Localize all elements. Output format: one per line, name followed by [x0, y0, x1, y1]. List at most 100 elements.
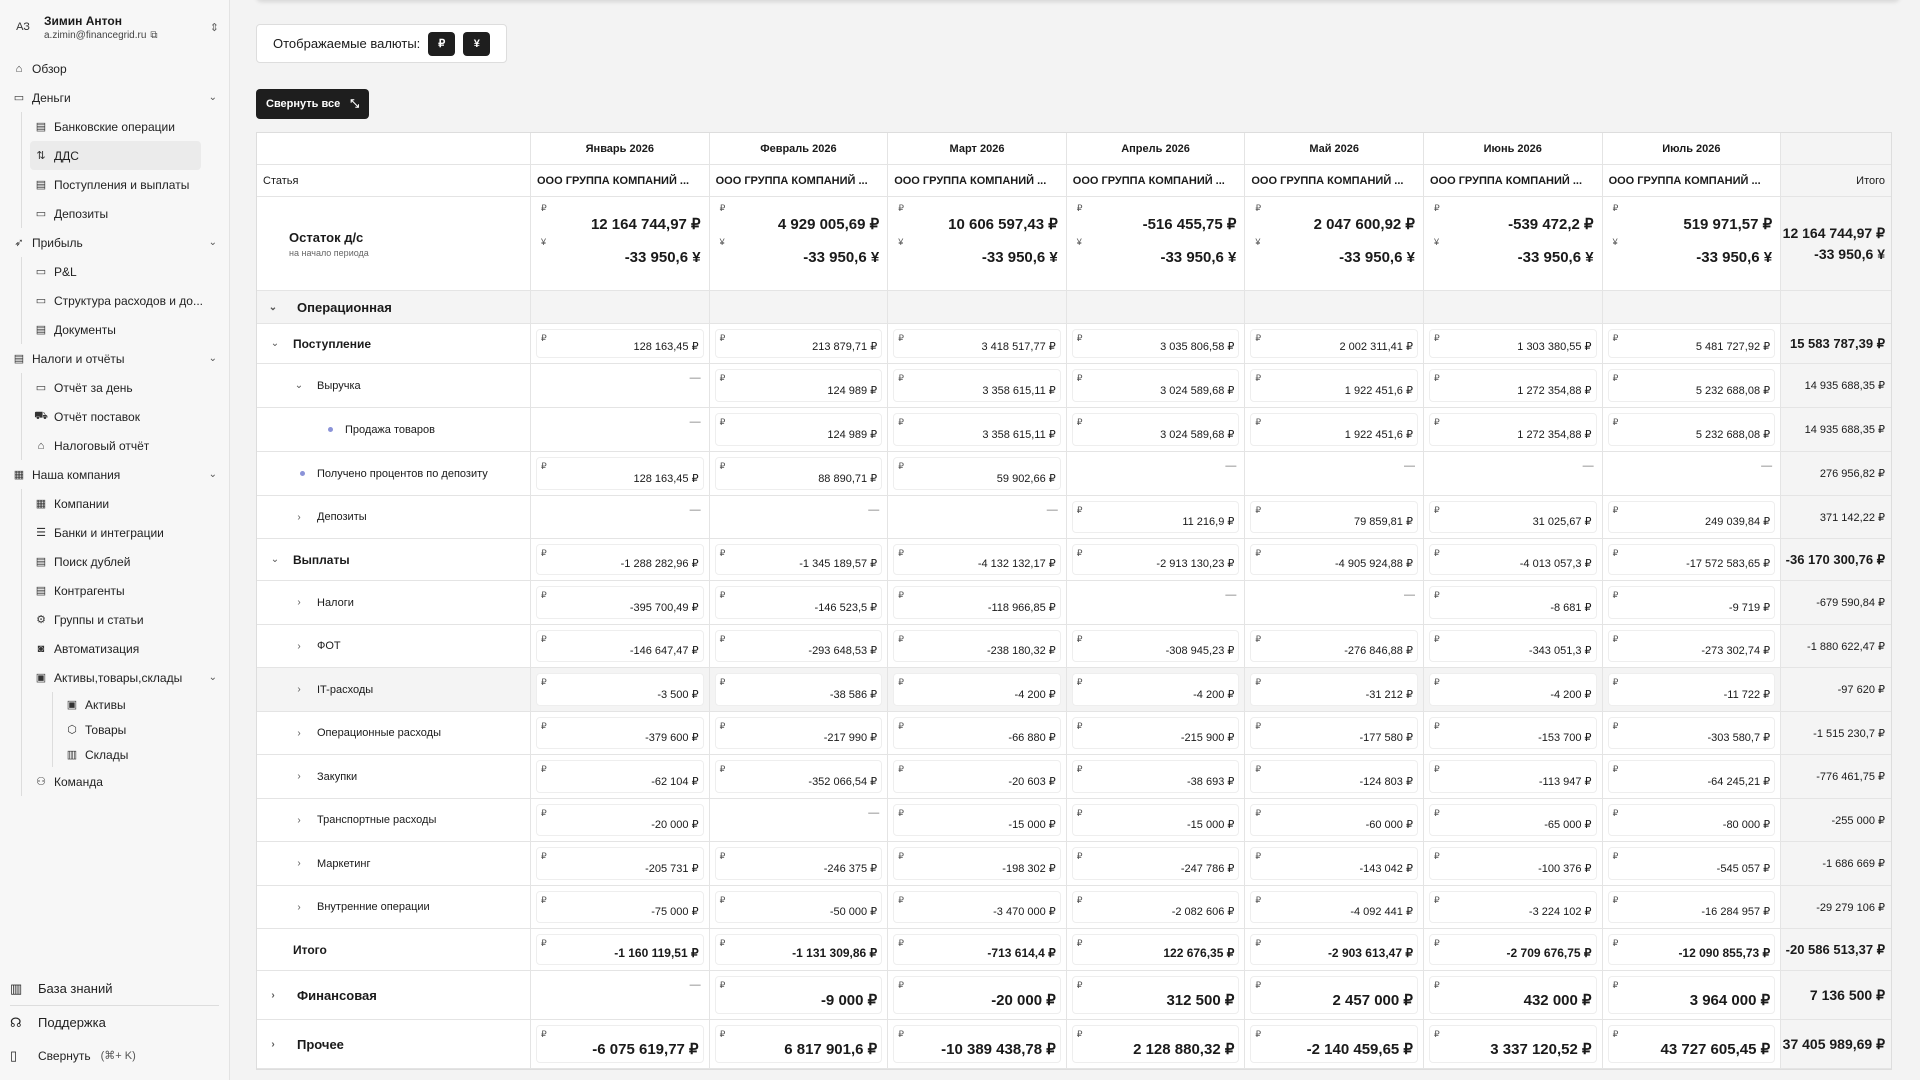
sidebar-item-overview[interactable]: ⌂ Обзор	[0, 54, 229, 83]
value-input[interactable]: ₽3 337 120,52 ₽	[1428, 1025, 1597, 1063]
value-cell[interactable]: ₽ -8 681 ₽	[1424, 581, 1603, 624]
value-input[interactable]: ₽ -12 090 855,73 ₽	[1607, 934, 1776, 965]
value-cell[interactable]: ₽79 859,81 ₽	[1245, 496, 1424, 538]
value-input[interactable]: ₽ -4 200 ₽	[893, 673, 1061, 706]
sidebar-item-groups[interactable]: ⚙ Группы и статьи	[30, 605, 229, 634]
value-input[interactable]: ₽ -113 947 ₽	[1428, 760, 1597, 793]
value-input[interactable]: ₽ -343 051,3 ₽	[1428, 630, 1597, 662]
sidebar-item-taxes[interactable]: ▤ Налоги и отчёты ⌄	[0, 344, 229, 373]
value-input[interactable]: ₽5 232 688,08 ₽	[1607, 413, 1776, 446]
value-input[interactable]: ₽249 039,84 ₽	[1607, 501, 1776, 533]
sidebar-item-supply-report[interactable]: ⛟ Отчёт поставок	[30, 402, 229, 431]
value-cell[interactable]: ₽ -276 846,88 ₽	[1245, 625, 1424, 667]
value-cell[interactable]: ₽ -80 000 ₽	[1603, 799, 1782, 841]
value-cell[interactable]: ₽ -198 302 ₽	[888, 842, 1067, 885]
value-cell[interactable]: ₽ -16 284 957 ₽	[1603, 886, 1782, 928]
value-input[interactable]: ₽31 025,67 ₽	[1428, 501, 1597, 533]
value-cell[interactable]: ₽ -4 132 132,17 ₽	[888, 539, 1067, 580]
value-cell[interactable]: ₽5 232 688,08 ₽	[1603, 364, 1782, 407]
value-cell[interactable]: ₽ -31 212 ₽	[1245, 668, 1424, 711]
value-cell[interactable]: ₽ -246 375 ₽	[710, 842, 889, 885]
value-input[interactable]: ₽3 024 589,68 ₽	[1071, 369, 1240, 402]
sidebar-item-pnl[interactable]: ▭ P&L	[30, 257, 229, 286]
value-cell[interactable]: ₽ -2 082 606 ₽	[1067, 886, 1246, 928]
value-cell[interactable]: ₽ -9 000 ₽	[710, 971, 889, 1019]
company-header[interactable]: ООО ГРУППА КОМПАНИЙ ...	[1245, 165, 1424, 196]
value-cell[interactable]: ₽ -4 905 924,88 ₽	[1245, 539, 1424, 580]
value-input[interactable]: ₽ -395 700,49 ₽	[536, 586, 704, 619]
value-cell[interactable]: ₽3 358 615,11 ₽	[888, 408, 1067, 451]
value-input[interactable]: ₽ -9 719 ₽	[1607, 586, 1776, 619]
value-input[interactable]: ₽ -17 572 583,65 ₽	[1607, 544, 1776, 575]
value-input[interactable]: ₽ -198 302 ₽	[893, 847, 1061, 880]
value-input[interactable]: ₽213 879,71 ₽	[714, 329, 883, 358]
value-input[interactable]: ₽ -215 900 ₽	[1071, 717, 1240, 749]
value-input[interactable]: ₽ -146 523,5 ₽	[714, 586, 883, 619]
chevron-right-icon[interactable]: ›	[291, 684, 307, 695]
value-cell[interactable]: ₽ -303 580,7 ₽	[1603, 712, 1782, 754]
value-input[interactable]: ₽3 024 589,68 ₽	[1071, 413, 1240, 446]
value-input[interactable]: ₽2 128 880,32 ₽	[1071, 1025, 1240, 1063]
company-header[interactable]: ООО ГРУППА КОМПАНИЙ ...	[1424, 165, 1603, 196]
value-input[interactable]: ₽ -10 389 438,78 ₽	[893, 1025, 1061, 1063]
value-input[interactable]: ₽124 989 ₽	[714, 369, 883, 402]
value-input[interactable]: ₽59 902,66 ₽	[893, 457, 1061, 490]
value-cell[interactable]: ₽ -15 000 ₽	[1067, 799, 1246, 841]
currency-cny-chip[interactable]: ¥	[463, 31, 491, 56]
value-cell[interactable]: ₽3 024 589,68 ₽	[1067, 364, 1246, 407]
value-cell[interactable]: ₽ -247 786 ₽	[1067, 842, 1246, 885]
chevron-right-icon[interactable]: ›	[291, 858, 307, 869]
value-cell[interactable]: ₽ -146 647,47 ₽	[531, 625, 710, 667]
chevron-right-icon[interactable]: ›	[291, 597, 307, 608]
value-cell[interactable]: ₽ -124 803 ₽	[1245, 755, 1424, 798]
value-cell[interactable]: ₽2 002 311,41 ₽	[1245, 324, 1424, 363]
sidebar-item-daily-report[interactable]: ▭ Отчёт за день	[30, 373, 229, 402]
value-input[interactable]: ₽ -2 913 130,23 ₽	[1071, 544, 1240, 575]
sidebar-item-tax-report[interactable]: ⌂ Налоговый отчёт	[30, 431, 229, 460]
value-input[interactable]: ₽ -4 200 ₽	[1428, 673, 1597, 706]
chevron-right-icon[interactable]: ›	[291, 641, 307, 652]
value-input[interactable]: ₽ -2 903 613,47 ₽	[1250, 934, 1418, 965]
value-cell[interactable]: ₽ -4 200 ₽	[1066, 668, 1246, 711]
value-input[interactable]: ₽ -1 288 282,96 ₽	[536, 544, 704, 575]
value-input[interactable]: ₽11 216,9 ₽	[1071, 501, 1240, 533]
chevron-right-icon[interactable]: ›	[291, 728, 307, 739]
value-input[interactable]: ₽88 890,71 ₽	[714, 457, 883, 490]
value-cell[interactable]: ₽ -20 603 ₽	[888, 755, 1067, 798]
value-cell[interactable]: ₽ -6 075 619,77 ₽	[531, 1020, 710, 1068]
value-cell[interactable]: ₽3 964 000 ₽	[1603, 971, 1782, 1019]
value-cell[interactable]: ₽1 922 451,6 ₽	[1245, 408, 1424, 451]
value-cell[interactable]: ₽ -11 722 ₽	[1602, 668, 1782, 711]
value-cell[interactable]: ₽ -66 880 ₽	[888, 712, 1067, 754]
value-input[interactable]: ₽3 358 615,11 ₽	[893, 369, 1061, 402]
value-input[interactable]: ₽1 922 451,6 ₽	[1250, 413, 1418, 446]
value-input[interactable]: ₽ -66 880 ₽	[893, 717, 1061, 749]
chevron-down-icon[interactable]: ⌄	[267, 554, 283, 565]
value-cell[interactable]: ₽ -215 900 ₽	[1067, 712, 1246, 754]
value-cell[interactable]: ₽ -4 200 ₽	[1423, 668, 1603, 711]
value-cell[interactable]: ₽ -293 648,53 ₽	[710, 625, 889, 667]
value-input[interactable]: ₽ -246 375 ₽	[714, 847, 883, 880]
value-input[interactable]: ₽432 000 ₽	[1428, 976, 1597, 1014]
value-cell[interactable]: ₽5 481 727,92 ₽	[1603, 324, 1782, 363]
value-cell[interactable]: ₽ -9 719 ₽	[1603, 581, 1782, 624]
sidebar-item-companies[interactable]: ▦ Компании	[30, 489, 229, 518]
value-cell[interactable]: ₽3 337 120,52 ₽	[1424, 1020, 1603, 1068]
value-input[interactable]: ₽128 163,45 ₽	[536, 457, 704, 490]
company-header[interactable]: ООО ГРУППА КОМПАНИЙ ...	[1067, 165, 1246, 196]
value-cell[interactable]: ₽43 727 605,45 ₽	[1603, 1020, 1782, 1068]
value-cell[interactable]: ₽ -38 693 ₽	[1067, 755, 1246, 798]
value-cell[interactable]: ₽ -343 051,3 ₽	[1424, 625, 1603, 667]
sidebar-item-company[interactable]: ▦ Наша компания ⌄	[0, 460, 229, 489]
value-input[interactable]: ₽1 303 380,55 ₽	[1428, 329, 1597, 358]
value-cell[interactable]: ₽88 890,71 ₽	[710, 452, 889, 495]
value-input[interactable]: ₽43 727 605,45 ₽	[1607, 1025, 1776, 1063]
value-input[interactable]: ₽ -2 709 676,75 ₽	[1428, 934, 1597, 965]
value-input[interactable]: ₽ -3 470 000 ₽	[893, 891, 1061, 923]
value-cell[interactable]: ₽3 358 615,11 ₽	[888, 364, 1067, 407]
value-input[interactable]: ₽ -20 000 ₽	[536, 804, 704, 836]
value-cell[interactable]: ₽128 163,45 ₽	[531, 324, 710, 363]
value-input[interactable]: ₽1 922 451,6 ₽	[1250, 369, 1418, 402]
value-input[interactable]: ₽ -75 000 ₽	[536, 891, 704, 923]
value-input[interactable]: ₽1 272 354,88 ₽	[1428, 413, 1597, 446]
